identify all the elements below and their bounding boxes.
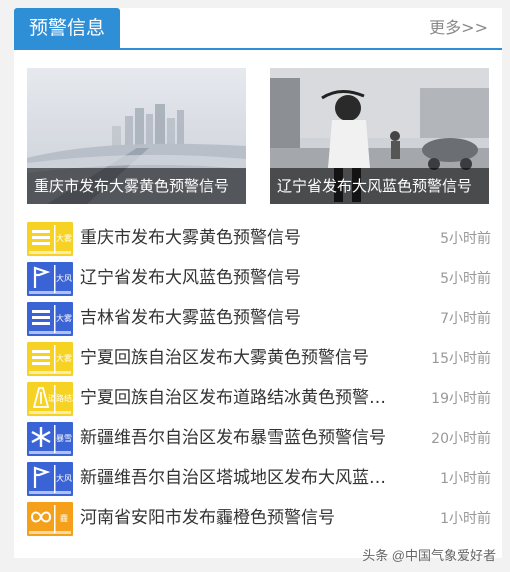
hazard-label: 道路结冰 xyxy=(48,393,73,403)
featured-caption: 重庆市发布大雾黄色预警信号 xyxy=(27,168,246,204)
alert-time: 1小时前 xyxy=(440,511,491,527)
alert-list: 大雾 重庆市发布大雾黄色预警信号 5小时前 大风 辽宁省发布大风蓝色预警信号 5小时前 大雾… xyxy=(27,220,493,540)
snowstorm-blue-icon: 暴雪 xyxy=(27,422,73,456)
alert-time: 7小时前 xyxy=(440,311,491,327)
hazard-label: 大风 xyxy=(56,473,72,483)
fog-blue-icon: 大雾 xyxy=(27,302,73,336)
haze-orange-icon: 霾 xyxy=(27,502,73,536)
alert-row[interactable]: 道路结冰宁夏回族自治区发布道路结冰黄色预警信号 19小时前 xyxy=(27,380,493,420)
alert-title[interactable]: 宁夏回族自治区发布大雾黄色预警信号 xyxy=(80,340,400,376)
alert-time: 20小时前 xyxy=(431,431,491,447)
hazard-label: 大雾 xyxy=(56,353,72,363)
alert-row[interactable]: 大雾 吉林省发布大雾蓝色预警信号 7小时前 xyxy=(27,300,493,340)
gale-blue-icon: 大风 xyxy=(27,262,73,296)
featured-card-1[interactable]: 重庆市发布大雾黄色预警信号 xyxy=(27,68,246,204)
hazard-label: 大雾 xyxy=(56,313,72,323)
more-link[interactable]: 更多>> xyxy=(429,8,488,48)
alert-title[interactable]: 重庆市发布大雾黄色预警信号 xyxy=(80,220,400,256)
alert-row[interactable]: 大风 辽宁省发布大风蓝色预警信号 5小时前 xyxy=(27,260,493,300)
watermark-text: 头条 @中国气象爱好者 xyxy=(362,548,496,563)
alert-time: 15小时前 xyxy=(431,351,491,367)
hazard-label: 霾 xyxy=(60,514,68,523)
alert-time: 19小时前 xyxy=(431,391,491,407)
featured-card-2[interactable]: 辽宁省发布大风蓝色预警信号 xyxy=(270,68,489,204)
alert-title[interactable]: 河南省安阳市发布霾橙色预警信号 xyxy=(80,500,400,536)
alert-title[interactable]: 新疆维吾尔自治区塔城地区发布大风蓝色预警信号 xyxy=(80,460,400,496)
alert-title[interactable]: 宁夏回族自治区发布道路结冰黄色预警信号 xyxy=(80,380,400,416)
road-icing-yellow-icon: 道路结冰 xyxy=(27,382,80,416)
tab-warning-info[interactable]: 预警信息 xyxy=(14,8,120,48)
featured-caption: 辽宁省发布大风蓝色预警信号 xyxy=(270,168,489,204)
alert-time: 5小时前 xyxy=(440,271,491,287)
alert-row[interactable]: 大雾 宁夏回族自治区发布大雾黄色预警信号 15小时前 xyxy=(27,340,493,380)
alert-title[interactable]: 辽宁省发布大风蓝色预警信号 xyxy=(80,260,400,296)
warning-info-panel: 预警信息 更多>> 重庆市发布大雾黄色预警信号 辽宁省发布大风蓝色预警信号 大雾… xyxy=(14,8,502,558)
alert-row[interactable]: 大风新疆维吾尔自治区塔城地区发布大风蓝色预警信号 1小时前 xyxy=(27,460,493,500)
fog-yellow-icon: 大雾 xyxy=(27,342,73,376)
alert-row[interactable]: 大雾 重庆市发布大雾黄色预警信号 5小时前 xyxy=(27,220,493,260)
gale-blue-icon: 大风 xyxy=(27,462,73,496)
hazard-label: 大风 xyxy=(56,273,72,283)
hazard-label: 大雾 xyxy=(56,233,72,243)
alert-time: 5小时前 xyxy=(440,231,491,247)
alert-row[interactable]: 霾 河南省安阳市发布霾橙色预警信号 1小时前 xyxy=(27,500,493,540)
alert-title[interactable]: 吉林省发布大雾蓝色预警信号 xyxy=(80,300,400,336)
fog-yellow-icon: 大雾 xyxy=(27,222,73,256)
hazard-label: 暴雪 xyxy=(56,434,72,443)
alert-title[interactable]: 新疆维吾尔自治区发布暴雪蓝色预警信号 xyxy=(80,420,400,456)
alert-time: 1小时前 xyxy=(440,471,491,487)
alert-row[interactable]: 暴雪 新疆维吾尔自治区发布暴雪蓝色预警信号 20小时前 xyxy=(27,420,493,460)
panel-header: 预警信息 更多>> xyxy=(14,8,502,50)
